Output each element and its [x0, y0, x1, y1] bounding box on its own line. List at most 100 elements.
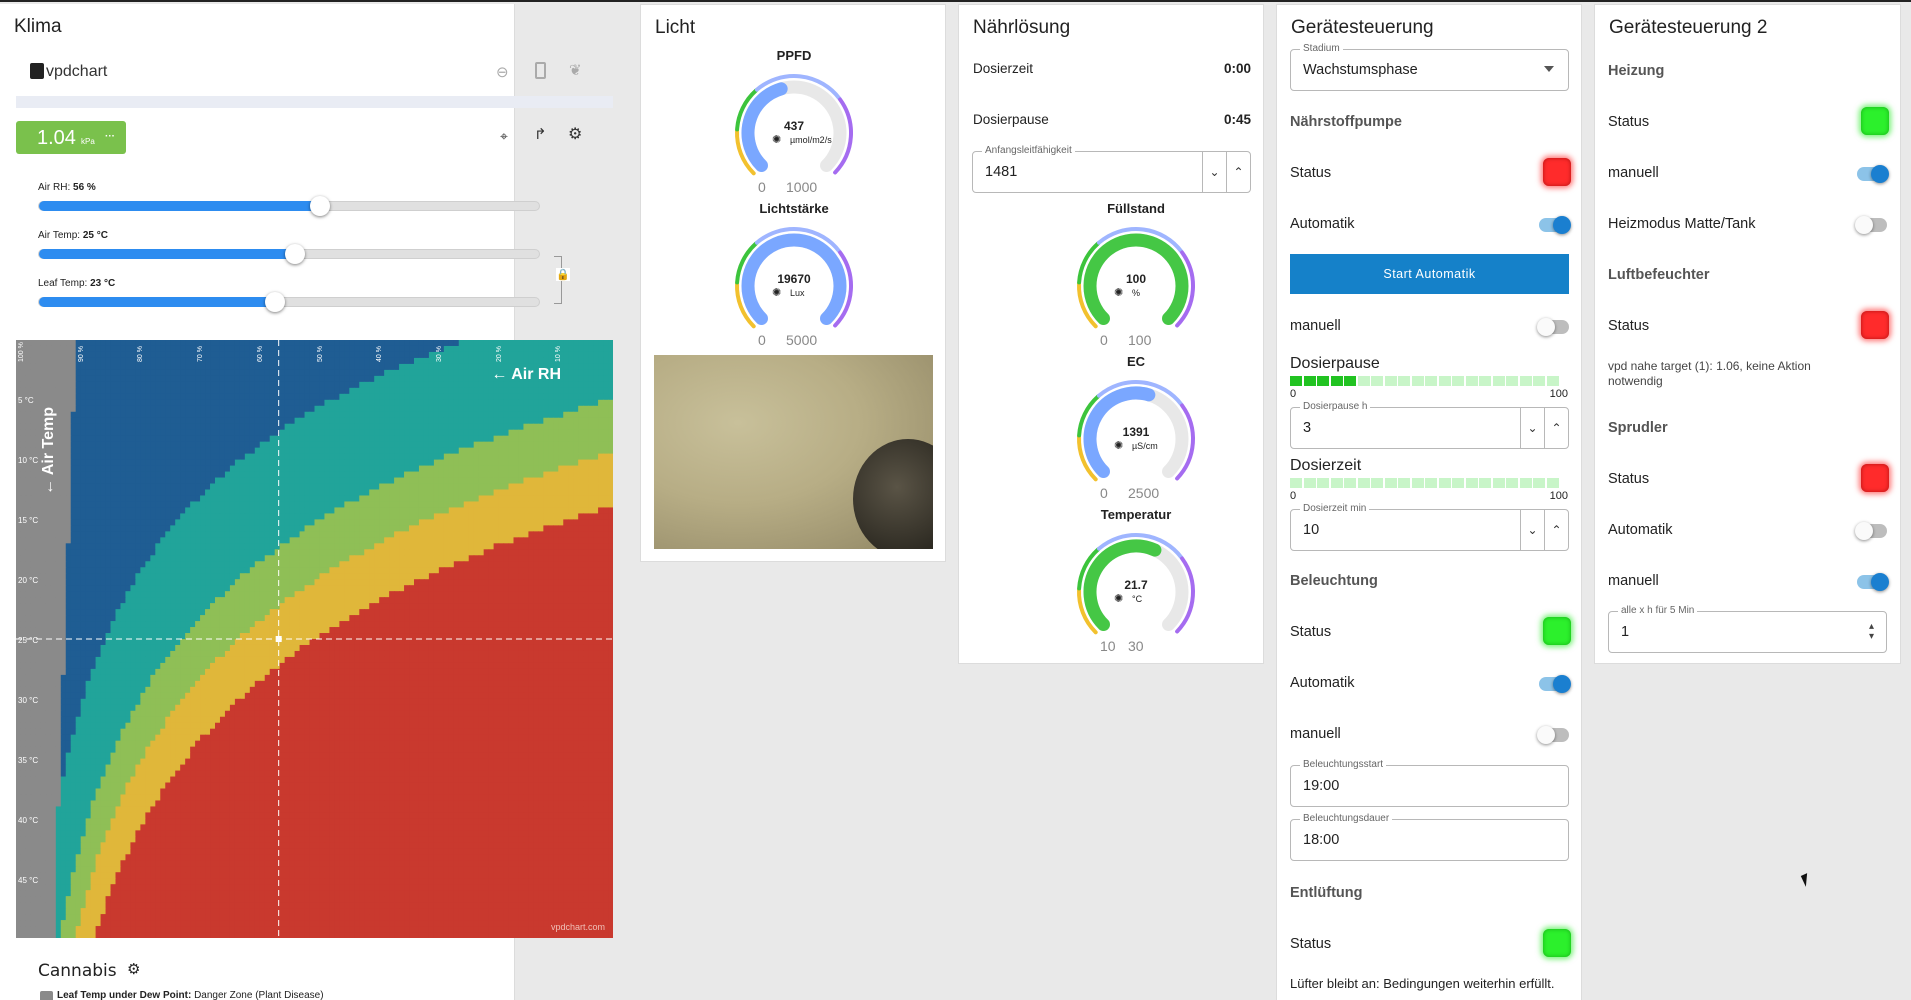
heatmap-cell [503, 405, 510, 413]
heatmap-cell [468, 375, 475, 383]
thermometer-icon[interactable]: ⊖ [496, 63, 509, 81]
heatmap-cell [205, 459, 211, 467]
heatmap-cell [40, 555, 47, 562]
heatmap-cell [210, 471, 216, 479]
heatmap-cell [125, 423, 132, 431]
air-temp-thumb[interactable] [285, 244, 306, 264]
heatmap-cell [229, 369, 236, 377]
vpd-heatmap[interactable] [16, 340, 613, 938]
heatmap-cell [304, 483, 311, 491]
heatmap-cell [349, 465, 355, 473]
heatmap-cell [349, 555, 355, 562]
heatmap-cell [100, 381, 107, 389]
heatmap-cell [384, 525, 390, 532]
heatmap-cell [339, 340, 345, 347]
heatmap-cell [404, 429, 410, 437]
heatmap-cell [155, 459, 161, 467]
heatmap-cell [160, 435, 166, 443]
heatmap-cell [289, 363, 296, 371]
heatmap-cell [389, 357, 395, 365]
heatmap-cell [593, 561, 599, 568]
heatmap-cell [219, 345, 226, 353]
heatmap-cell [185, 351, 191, 359]
heatmap-cell [399, 489, 405, 497]
heatmap-cell [25, 340, 32, 347]
heatmap-cell [329, 453, 335, 461]
heatmap-cell [453, 375, 460, 383]
heatmap-cell [210, 495, 216, 503]
air-rh-slider[interactable] [38, 196, 540, 216]
heatmap-cell [145, 357, 151, 365]
heatmap-cell [558, 573, 564, 580]
heatmap-cell [105, 447, 112, 455]
heatmap-cell [503, 465, 510, 473]
heatmap-cell [508, 543, 515, 550]
share-icon[interactable]: ↱ [534, 125, 547, 143]
heatmap-cell [175, 525, 181, 532]
heatmap-cell [528, 501, 534, 509]
heatmap-cell [583, 567, 589, 574]
heatmap-cell [478, 543, 485, 550]
heatmap-cell [463, 483, 470, 491]
heatmap-cell [65, 399, 72, 407]
heatmap-cell [603, 471, 609, 479]
leaf-temp-thumb[interactable] [264, 292, 285, 312]
heatmap-cell [299, 525, 306, 532]
heatmap-cell [319, 399, 326, 407]
vpd-badge[interactable]: 1.04 kPa ··· [16, 121, 126, 154]
heatmap-cell [453, 483, 460, 491]
heatmap-cell [583, 393, 589, 401]
heatmap-cell [16, 567, 22, 574]
lock-icon[interactable]: 🔒 [556, 268, 570, 281]
heatmap-cell [603, 429, 609, 437]
heatmap-cell [423, 549, 430, 556]
heatmap-cell [70, 513, 77, 520]
heatmap-cell [254, 435, 261, 443]
heatmap-cell [548, 555, 554, 562]
vpd-more-icon[interactable]: ··· [105, 131, 115, 142]
heatmap-cell [344, 531, 350, 538]
heatmap-cell [279, 489, 286, 497]
heatmap-cell [339, 489, 345, 497]
heatmap-cell [269, 489, 276, 497]
heatmap-cell [195, 495, 201, 503]
heatmap-cell [354, 471, 360, 479]
heatmap-cell [418, 537, 425, 544]
settings-gear-icon[interactable]: ⚙ [568, 124, 582, 144]
heatmap-cell [468, 567, 475, 574]
phone-icon[interactable] [535, 62, 546, 79]
heatmap-cell [423, 429, 430, 437]
plant-icon[interactable]: ❦ [569, 61, 582, 79]
heatmap-cell [503, 399, 510, 407]
air-rh-thumb[interactable] [310, 196, 331, 216]
heatmap-cell [135, 543, 141, 550]
heatmap-cell [155, 531, 161, 538]
heatmap-cell [478, 435, 485, 443]
heatmap-cell [95, 579, 102, 586]
heatmap-cell [80, 375, 87, 383]
heatmap-cell [608, 495, 613, 503]
leaf-temp-slider[interactable] [38, 292, 540, 312]
heatmap-cell [239, 411, 246, 419]
vpd-chart[interactable]: ← Air RH ← Air Temp vpdchart.com 100 % 90… [16, 340, 613, 938]
heatmap-cell [478, 531, 485, 538]
heatmap-cell [180, 561, 186, 568]
heatmap-cell [85, 363, 92, 371]
heatmap-cell [443, 387, 450, 395]
heatmap-cell [299, 537, 306, 544]
heatmap-cell [423, 417, 430, 425]
heatmap-cell [95, 543, 102, 550]
heatmap-cell [478, 483, 485, 491]
heatmap-cell [538, 573, 544, 580]
heatmap-cell [120, 495, 127, 503]
heatmap-cell [120, 399, 127, 407]
heatmap-cell [80, 495, 87, 503]
heatmap-cell [309, 345, 316, 353]
heatmap-cell [50, 399, 57, 407]
heatmap-cell [190, 471, 196, 479]
heatmap-cell [210, 561, 216, 568]
heatmap-cell [150, 483, 156, 491]
crosshair-icon[interactable]: ⌖ [500, 128, 508, 145]
heatmap-cell [349, 351, 355, 359]
air-temp-slider[interactable] [38, 244, 540, 264]
